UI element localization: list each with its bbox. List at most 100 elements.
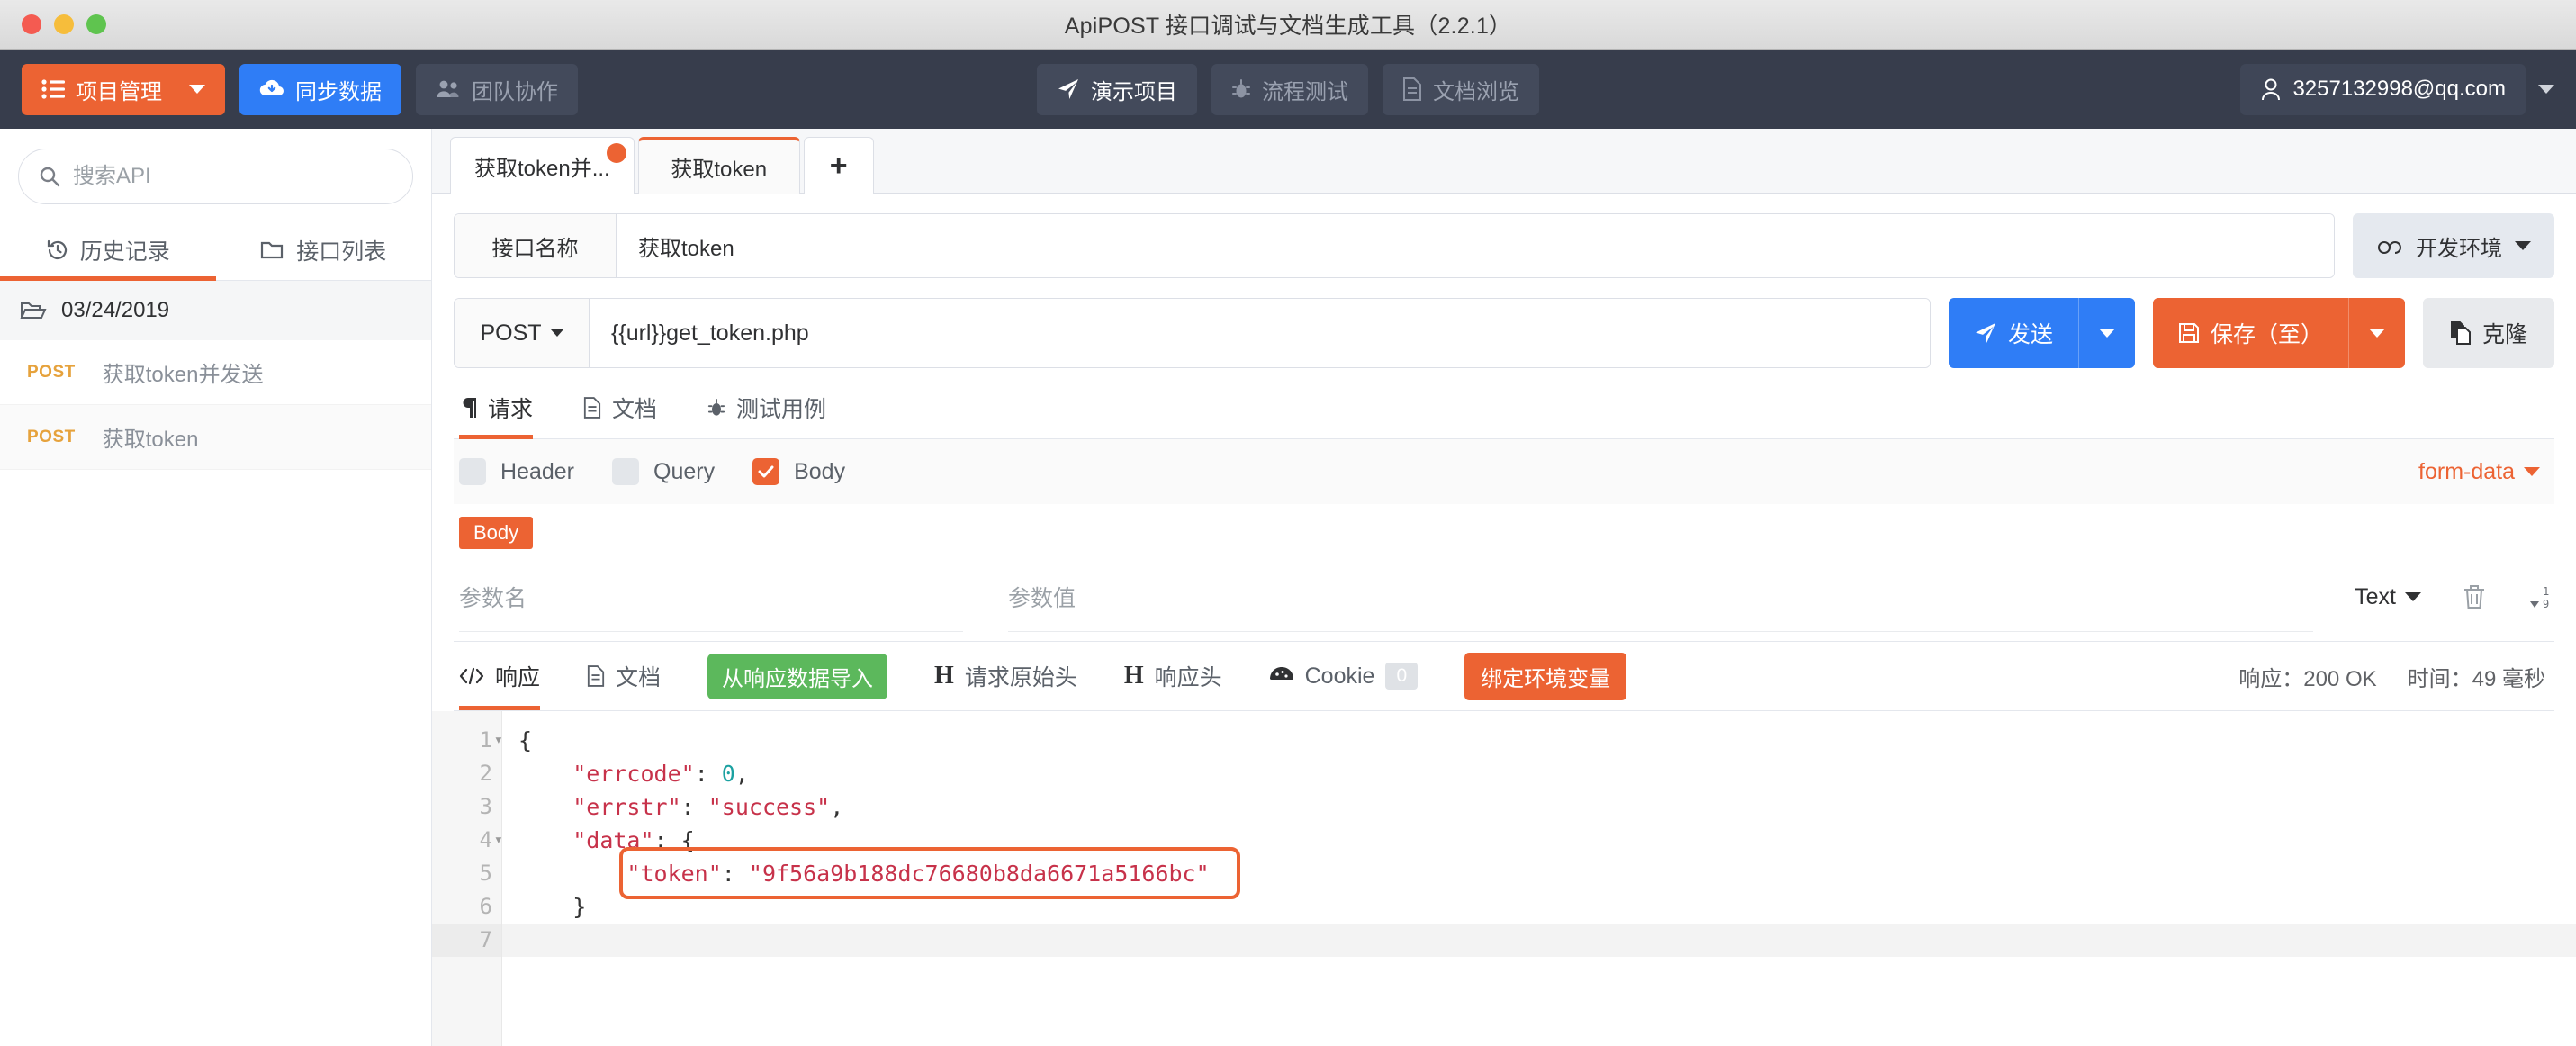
window-title-bar: ApiPOST 接口调试与文档生成工具（2.2.1）	[0, 0, 2576, 50]
tab-request-raw-headers-label: 请求原始头	[965, 660, 1077, 692]
line-number: 2	[432, 757, 501, 790]
window-title: ApiPOST 接口调试与文档生成工具（2.2.1）	[0, 8, 2576, 41]
nav-demo-project[interactable]: 演示项目	[1037, 64, 1197, 115]
bug-icon	[1231, 78, 1251, 100]
checkbox-body[interactable]: Body	[752, 458, 845, 485]
tab-response[interactable]: 响应	[459, 642, 540, 710]
sidebar-tab-api-list[interactable]: 接口列表	[216, 221, 432, 280]
list-item-method: POST	[27, 428, 76, 447]
param-type-selector[interactable]: Text	[2355, 584, 2421, 610]
folder-icon	[260, 239, 285, 261]
import-from-response-button[interactable]: 从响应数据导入	[707, 654, 887, 699]
checkbox-header-box[interactable]	[459, 458, 486, 485]
tab-cookie[interactable]: Cookie 0	[1269, 642, 1419, 710]
list-item[interactable]: POST 获取token并发送	[0, 340, 431, 405]
code-content[interactable]: { "errcode": 0, "errstr": "success", "da…	[502, 711, 2576, 1046]
tab-response-headers-label: 响应头	[1155, 660, 1222, 692]
search-input[interactable]	[73, 164, 392, 189]
param-name-placeholder[interactable]: 参数名	[459, 562, 963, 632]
code-line: "errcode": 0,	[518, 757, 2576, 790]
url-input[interactable]	[590, 299, 1930, 367]
code-line: "token": "9f56a9b188dc76680b8da6671a5166…	[518, 857, 2576, 890]
h-icon: H	[1124, 662, 1144, 690]
tab-request-raw-headers[interactable]: H 请求原始头	[934, 642, 1077, 710]
request-tab-bar: 获取token并... 获取token +	[432, 129, 2576, 194]
team-collab-button[interactable]: 团队协作	[416, 64, 578, 115]
tab-get-token[interactable]: 获取token	[638, 137, 800, 194]
clone-label: 克隆	[2482, 317, 2527, 349]
sidebar-tabs: 历史记录 接口列表	[0, 221, 431, 281]
account-chevron-down-icon[interactable]	[2538, 85, 2554, 94]
bind-env-variable-button[interactable]: 绑定环境变量	[1464, 653, 1626, 700]
toolbar-right-group: 3257132998@qq.com	[2240, 64, 2554, 115]
project-manage-label: 项目管理	[76, 74, 162, 105]
search-icon	[39, 166, 60, 187]
param-table-header: 参数名 参数值 Text 1 9	[454, 562, 2554, 632]
user-icon	[2260, 77, 2282, 101]
tab-test-case[interactable]: 测试用例	[707, 392, 826, 438]
api-name-input[interactable]	[617, 214, 2334, 277]
api-name-field[interactable]: 接口名称	[454, 213, 2335, 278]
code-line: }	[518, 890, 2576, 924]
team-icon	[436, 79, 461, 99]
nav-doc-browse[interactable]: 文档浏览	[1383, 64, 1539, 115]
save-button[interactable]: 保存（至）	[2153, 298, 2405, 368]
active-line-highlight	[502, 924, 2576, 957]
param-row-actions: Text 1 9	[2313, 583, 2554, 610]
search-box[interactable]	[18, 149, 413, 204]
url-field[interactable]: POST	[454, 298, 1931, 368]
response-code-viewer[interactable]: 1▾ 2 3 4▾ 5 6 7 { "errcode": 0, "errstr"…	[432, 711, 2576, 1046]
send-icon	[1974, 321, 1997, 345]
chevron-down-icon	[551, 329, 563, 337]
clone-button[interactable]: 克隆	[2423, 298, 2554, 368]
tab-response-document-label: 文档	[616, 660, 661, 692]
param-type-label: Text	[2355, 584, 2396, 610]
chevron-down-icon	[2369, 329, 2385, 338]
trash-icon[interactable]	[2463, 584, 2486, 609]
list-item[interactable]: POST 获取token	[0, 405, 431, 470]
url-row: POST 发送	[454, 298, 2554, 368]
history-folder-row[interactable]: 03/24/2019	[0, 281, 431, 340]
checkbox-body-box[interactable]	[752, 458, 779, 485]
code-line: "errstr": "success",	[518, 790, 2576, 824]
tab-test-case-label: 测试用例	[736, 392, 826, 424]
tab-response-headers[interactable]: H 响应头	[1124, 642, 1222, 710]
tab-get-token-and-send[interactable]: 获取token并...	[450, 137, 635, 194]
list-item-name: 获取token并发送	[103, 356, 264, 388]
toolbar-nav-group: 演示项目 流程测试 文档浏览	[1037, 64, 1539, 115]
tab-document[interactable]: 文档	[583, 392, 657, 438]
document-icon	[583, 397, 601, 419]
unsaved-indicator-dot	[607, 143, 626, 163]
checkbox-query[interactable]: Query	[612, 458, 715, 485]
sidebar: 历史记录 接口列表 03/24/2019 POST 获取token并发送 POS…	[0, 129, 432, 1046]
project-manage-button[interactable]: 项目管理	[22, 64, 225, 115]
send-button[interactable]: 发送	[1949, 298, 2135, 368]
param-section-toggles: Header Query Body form-data	[454, 439, 2554, 504]
form-type-selector[interactable]: form-data	[2418, 459, 2549, 485]
checkbox-query-box[interactable]	[612, 458, 639, 485]
method-selector[interactable]: POST	[455, 299, 590, 367]
account-button[interactable]: 3257132998@qq.com	[2240, 64, 2526, 115]
sync-data-button[interactable]: 同步数据	[239, 64, 401, 115]
checkbox-header[interactable]: Header	[459, 458, 574, 485]
team-collab-label: 团队协作	[472, 74, 558, 105]
tab-request[interactable]: 请求	[459, 392, 533, 438]
tab-response-document[interactable]: 文档	[587, 642, 661, 710]
sort-icon[interactable]: 1 9	[2527, 583, 2554, 610]
send-dropdown-button[interactable]	[2078, 298, 2135, 368]
nav-flow-test[interactable]: 流程测试	[1211, 64, 1368, 115]
sidebar-tab-history[interactable]: 历史记录	[0, 221, 216, 280]
cloud-icon	[2376, 236, 2403, 256]
chevron-down-icon	[2405, 592, 2421, 601]
line-number: 3	[432, 790, 501, 824]
document-icon	[1402, 77, 1422, 101]
param-value-placeholder[interactable]: 参数值	[1008, 562, 2313, 632]
environment-selector[interactable]: 开发环境	[2353, 213, 2554, 278]
line-number: 7	[432, 924, 501, 957]
save-dropdown-button[interactable]	[2348, 298, 2405, 368]
add-tab-button[interactable]: +	[804, 137, 874, 194]
save-icon	[2178, 322, 2200, 344]
send-label: 发送	[2008, 317, 2053, 349]
app-toolbar: 项目管理 同步数据 团队协作 演示项目	[0, 50, 2576, 129]
chevron-down-icon	[2515, 241, 2531, 250]
